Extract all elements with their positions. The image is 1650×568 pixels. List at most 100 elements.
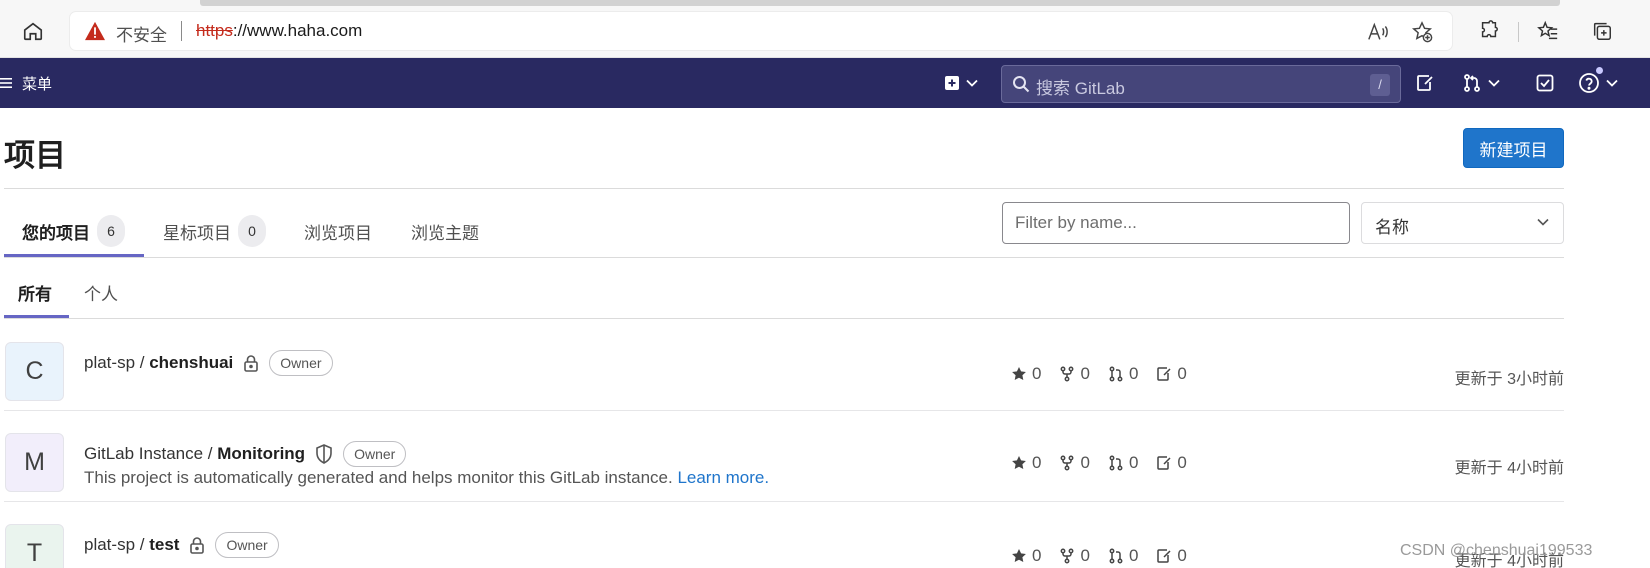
address-bar[interactable]: 不安全 https://www.haha.com — [70, 12, 1452, 50]
merge-request-icon — [1109, 455, 1123, 471]
todo-check-icon — [1536, 74, 1554, 92]
subtab-all[interactable]: 所有 — [18, 272, 52, 312]
project-stats: 0 0 0 0 — [1011, 364, 1187, 384]
shield-icon — [316, 444, 332, 464]
stars-count[interactable]: 0 — [1011, 364, 1041, 384]
merge-requests-dropdown[interactable] — [1462, 70, 1500, 96]
stat-value: 0 — [1080, 364, 1090, 383]
project-link[interactable]: plat-sp / chenshuai — [84, 353, 233, 373]
tab-label: 浏览主题 — [411, 223, 479, 243]
updated-time: 更新于 4小时前 — [1454, 460, 1564, 477]
menu-button[interactable]: 菜单 — [0, 70, 52, 96]
plus-square-icon — [945, 76, 959, 90]
stars-count[interactable]: 0 — [1011, 546, 1041, 566]
collections-icon — [1593, 22, 1611, 40]
tab-count-badge: 0 — [238, 215, 266, 247]
learn-more-link[interactable]: Learn more. — [677, 468, 769, 487]
role-badge: Owner — [269, 350, 333, 376]
project-row[interactable]: M GitLab Instance / Monitoring Owner This p… — [4, 411, 1564, 502]
project-link[interactable]: GitLab Instance / Monitoring — [84, 444, 305, 464]
tab-your-projects[interactable]: 您的项目 6 — [22, 207, 125, 255]
stat-value: 0 — [1177, 453, 1187, 472]
tab-count-badge: 6 — [97, 215, 125, 247]
sort-dropdown[interactable]: 名称 — [1361, 202, 1564, 244]
merge-request-icon — [1464, 74, 1480, 92]
home-button[interactable] — [20, 18, 46, 44]
merge-request-icon — [1109, 548, 1123, 564]
toolbar-divider — [1518, 22, 1519, 42]
project-name: test — [149, 535, 180, 554]
merge-requests-count[interactable]: 0 — [1108, 546, 1138, 566]
project-row[interactable]: Tplat-sp / test Owner 0 0 0 0 更新于 4小时前 — [4, 502, 1564, 568]
search-shortcut-hint: / — [1370, 74, 1390, 96]
warning-icon — [85, 21, 105, 41]
issues-button[interactable] — [1412, 70, 1438, 96]
new-project-button[interactable]: 新建项目 — [1463, 128, 1564, 168]
chevron-down-icon — [1606, 79, 1618, 87]
address-separator — [181, 21, 182, 41]
divider — [4, 188, 1564, 189]
browser-toolbar: 不安全 https://www.haha.com — [0, 0, 1650, 58]
fork-icon — [1061, 548, 1074, 564]
notification-dot — [1595, 66, 1604, 75]
create-new-dropdown[interactable] — [944, 70, 978, 96]
forks-count[interactable]: 0 — [1059, 546, 1090, 566]
project-name: chenshuai — [149, 353, 234, 372]
tab-explore-projects[interactable]: 浏览项目 — [304, 207, 372, 255]
help-icon — [1579, 73, 1599, 93]
chevron-down-icon — [966, 79, 978, 87]
fork-icon — [1061, 455, 1074, 471]
project-description: This project is automatically generated … — [84, 468, 769, 488]
url-host: ://www.haha.com — [232, 21, 363, 40]
issues-icon — [1417, 75, 1433, 91]
hamburger-icon — [0, 78, 12, 88]
issues-icon — [1157, 367, 1171, 381]
lock-icon — [244, 355, 259, 372]
stars-count[interactable]: 0 — [1011, 453, 1041, 473]
issues-count[interactable]: 0 — [1156, 546, 1187, 566]
url-text[interactable]: https://www.haha.com — [196, 21, 362, 41]
stat-value: 0 — [1080, 453, 1090, 472]
subtab-personal[interactable]: 个人 — [84, 272, 118, 312]
avatar-letter: C — [25, 357, 44, 385]
project-stats: 0 0 0 0 — [1011, 546, 1187, 566]
tab-starred-projects[interactable]: 星标项目 0 — [163, 207, 266, 255]
stat-value: 0 — [1177, 364, 1187, 383]
chevron-down-icon — [1488, 79, 1500, 87]
extensions-button[interactable] — [1476, 18, 1502, 44]
stat-value: 0 — [1080, 546, 1090, 565]
todos-button[interactable] — [1532, 70, 1558, 96]
search-input[interactable]: 搜索 GitLab / — [1001, 65, 1401, 103]
add-favorite-icon[interactable] — [1410, 20, 1434, 44]
sort-selected-value: 名称 — [1375, 218, 1409, 237]
forks-count[interactable]: 0 — [1059, 453, 1090, 473]
merge-requests-count[interactable]: 0 — [1108, 364, 1138, 384]
merge-requests-count[interactable]: 0 — [1108, 453, 1138, 473]
issues-icon — [1157, 456, 1171, 470]
project-avatar[interactable]: M — [5, 433, 64, 492]
project-avatar[interactable]: T — [5, 524, 64, 568]
tab-explore-topics[interactable]: 浏览主题 — [411, 207, 479, 255]
fork-icon — [1061, 366, 1074, 382]
insecure-label: 不安全 — [116, 26, 167, 45]
read-aloud-icon[interactable] — [1366, 20, 1390, 44]
merge-request-icon — [1109, 366, 1123, 382]
forks-count[interactable]: 0 — [1059, 364, 1090, 384]
collections-button[interactable] — [1589, 18, 1615, 44]
tab-label: 您的项目 — [22, 223, 90, 243]
issues-count[interactable]: 0 — [1156, 364, 1187, 384]
divider — [4, 318, 1564, 319]
filter-by-name-input[interactable] — [1002, 202, 1350, 244]
page-title: 项目 — [4, 138, 66, 173]
project-row[interactable]: Cplat-sp / chenshuai Owner 0 0 0 0 更新于 3小时前 — [4, 320, 1564, 411]
url-scheme: https — [196, 21, 233, 40]
favorites-button[interactable] — [1535, 18, 1561, 44]
issues-count[interactable]: 0 — [1156, 453, 1187, 473]
project-namespace: plat-sp / — [84, 353, 150, 372]
stat-value: 0 — [1032, 546, 1042, 565]
project-link[interactable]: plat-sp / test — [84, 535, 179, 555]
star-icon — [1012, 456, 1026, 469]
project-avatar[interactable]: C — [5, 342, 64, 401]
tab-label: 星标项目 — [163, 223, 231, 243]
chevron-down-icon — [1537, 218, 1549, 226]
